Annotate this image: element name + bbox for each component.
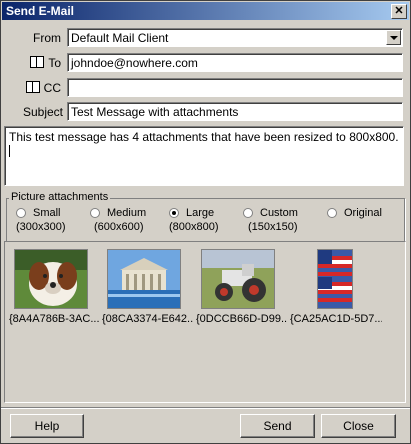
thumbnail-item[interactable]: {CA25AC1D-5D7...: [290, 246, 382, 328]
to-field[interactable]: johndoe@nowhere.com: [67, 53, 403, 72]
radio-small-size: (300x300): [16, 221, 66, 233]
tractor-image[interactable]: [201, 249, 275, 309]
help-button[interactable]: Help: [10, 414, 84, 438]
from-label: From: [33, 31, 61, 45]
thumbnail-item[interactable]: {0DCCB66D-D99...: [196, 246, 288, 328]
radio-medium-label: Medium: [107, 207, 147, 219]
send-email-dialog: Send E-Mail ✕ From Default Mail Client T…: [0, 0, 411, 444]
radio-circle-selected[interactable]: [169, 208, 179, 218]
flag-image[interactable]: [317, 249, 353, 309]
text-caret: [9, 145, 10, 157]
group-title: Picture attachments: [9, 191, 111, 203]
radio-circle[interactable]: [243, 208, 253, 218]
radio-circle[interactable]: [16, 208, 26, 218]
radio-small-label: Small: [33, 207, 61, 219]
to-value: johndoe@nowhere.com: [71, 56, 198, 70]
address-book-icon[interactable]: [30, 56, 45, 68]
thumbnail-caption: {0DCCB66D-D99...: [196, 313, 288, 325]
radio-large-size: (800x800): [169, 221, 219, 233]
radio-circle[interactable]: [90, 208, 100, 218]
picture-attachments-group: [6, 198, 405, 242]
divider: [1, 407, 410, 409]
building-image[interactable]: [107, 249, 181, 309]
cc-label-wrap[interactable]: CC: [11, 81, 61, 95]
thumbnail-caption: {08CA3374-E642...: [102, 313, 194, 325]
address-book-icon[interactable]: [25, 81, 40, 93]
subject-label: Subject: [22, 105, 63, 119]
to-label-wrap[interactable]: To: [11, 56, 61, 70]
attachment-thumbnails[interactable]: {8A4A786B-3AC... {08CA3374-E642... {0DCC…: [4, 241, 406, 403]
chevron-down-icon[interactable]: [386, 30, 401, 45]
radio-custom-size: (150x150): [248, 221, 298, 233]
send-button[interactable]: Send: [240, 414, 315, 438]
thumbnail-item[interactable]: {08CA3374-E642...: [102, 246, 194, 328]
thumbnail-item[interactable]: {8A4A786B-3AC...: [9, 246, 101, 328]
radio-custom-label: Custom: [260, 207, 298, 219]
thumbnail-caption: {8A4A786B-3AC...: [9, 313, 100, 325]
radio-original-label: Original: [344, 207, 382, 219]
cc-field[interactable]: [67, 78, 403, 97]
message-body[interactable]: This test message has 4 attachments that…: [4, 126, 404, 186]
radio-large-label: Large: [186, 207, 215, 219]
close-window-button[interactable]: ✕: [391, 4, 407, 19]
to-label: To: [48, 56, 61, 70]
message-text: This test message has 4 attachments that…: [9, 130, 399, 144]
subject-field[interactable]: Test Message with attachments: [67, 102, 403, 121]
close-button[interactable]: Close: [321, 414, 396, 438]
radio-circle[interactable]: [327, 208, 337, 218]
subject-value: Test Message with attachments: [71, 105, 239, 119]
from-value: Default Mail Client: [71, 31, 169, 45]
from-dropdown[interactable]: Default Mail Client: [67, 28, 403, 47]
dog-image[interactable]: [14, 249, 88, 309]
cc-label: CC: [43, 81, 61, 95]
radio-medium-size: (600x600): [94, 221, 144, 233]
thumbnail-caption: {CA25AC1D-5D7...: [290, 313, 382, 325]
title-bar[interactable]: Send E-Mail ✕: [2, 2, 409, 20]
window-title: Send E-Mail: [6, 4, 75, 18]
